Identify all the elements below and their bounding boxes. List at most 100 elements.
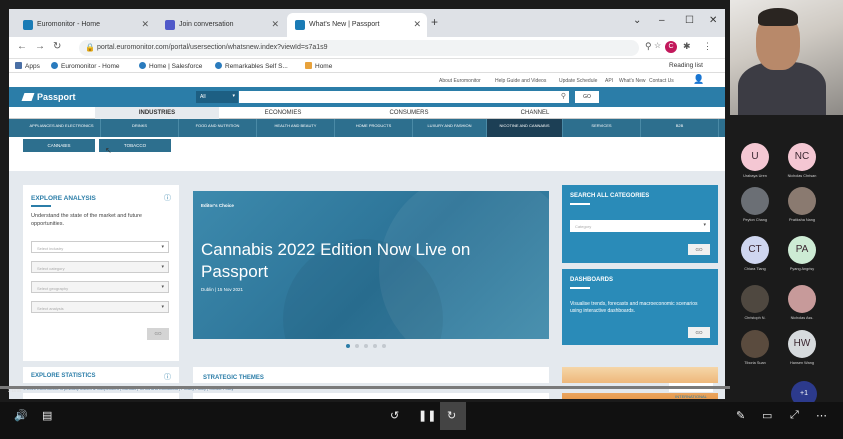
tab-industries[interactable]: INDUSTRIES: [95, 107, 219, 119]
participant-tile[interactable]: Nicholas Ass.: [787, 285, 817, 320]
minimize-button[interactable]: –: [659, 15, 665, 26]
explore-analysis-go-button[interactable]: GO: [147, 328, 169, 340]
participant-tile[interactable]: NC Nicholas Chrisan: [787, 143, 817, 178]
dashboards-go-button[interactable]: GO: [688, 327, 710, 338]
analysis-dropdown[interactable]: Select analysis ▾: [31, 301, 169, 313]
passport-logo[interactable]: Passport: [21, 92, 76, 102]
skip-forward-button[interactable]: ↻: [440, 402, 466, 430]
captions-icon[interactable]: ▤: [42, 409, 52, 422]
pen-icon[interactable]: ✎: [736, 409, 745, 422]
subtab-services[interactable]: SERVICES: [563, 119, 641, 137]
search-icon[interactable]: ⚲: [561, 92, 566, 100]
participant-tile[interactable]: Pratiksha Nang: [787, 187, 817, 222]
tab-economies[interactable]: ECONOMIES: [221, 107, 345, 119]
subtab-appliances[interactable]: APPLIANCES AND ELECTRONICS: [23, 119, 101, 137]
skip-forward-icon: ↻: [447, 410, 457, 422]
category-tabs: INDUSTRIES ECONOMIES CONSUMERS CHANNEL: [9, 107, 725, 119]
reload-icon[interactable]: ↻: [53, 41, 61, 52]
skip-back-icon[interactable]: ↺: [390, 409, 399, 422]
editors-choice-banner[interactable]: Editor's Choice Cannabis 2022 Edition No…: [193, 191, 549, 339]
carousel-dot[interactable]: [373, 344, 377, 348]
subtab-food[interactable]: FOOD AND NUTRITION: [179, 119, 257, 137]
extensions-puzzle-icon[interactable]: ✱: [683, 41, 691, 52]
industry-dropdown[interactable]: Select industry ▾: [31, 241, 169, 253]
tab-channel[interactable]: CHANNEL: [473, 107, 597, 119]
user-account-icon[interactable]: 👤: [693, 74, 704, 85]
profile-avatar[interactable]: C: [665, 41, 677, 53]
bookmark-euromonitor-home[interactable]: Euromonitor - Home: [51, 62, 120, 70]
contact-us-link[interactable]: Contact Us: [649, 78, 674, 84]
tab-consumers[interactable]: CONSUMERS: [347, 107, 471, 119]
new-tab-button[interactable]: +: [431, 15, 438, 29]
url-field[interactable]: 🔒 portal.euromonitor.com/portal/usersect…: [79, 40, 639, 56]
forward-arrow-icon[interactable]: →: [35, 41, 45, 52]
tab-join-conversation[interactable]: Join conversation ✕: [157, 13, 285, 37]
presenter-hair: [758, 8, 798, 26]
carousel-dot[interactable]: [382, 344, 386, 348]
carousel-dot[interactable]: [364, 344, 368, 348]
bookmark-home[interactable]: Home: [305, 62, 332, 70]
tab-search-chevron-icon[interactable]: ⌄: [633, 15, 641, 26]
participant-photo: [741, 330, 769, 358]
more-options-icon[interactable]: ⋯: [816, 409, 827, 422]
subtab-home-products[interactable]: HOME PRODUCTS: [335, 119, 413, 137]
fullscreen-icon[interactable]: ⤢: [790, 409, 799, 422]
search-scope-select[interactable]: All ▾: [196, 91, 238, 103]
maximize-button[interactable]: ☐: [685, 15, 694, 26]
whats-new-link[interactable]: What's New: [619, 78, 646, 84]
about-link[interactable]: About Euromonitor: [439, 78, 481, 84]
volume-icon[interactable]: 🔊: [14, 409, 28, 422]
back-arrow-icon[interactable]: ←: [17, 41, 27, 52]
close-window-button[interactable]: ✕: [709, 15, 717, 26]
participant-tile[interactable]: HW Hansen Wang: [787, 330, 817, 365]
carousel-dot[interactable]: [355, 344, 359, 348]
bookmark-apps[interactable]: Apps: [15, 62, 40, 70]
participant-tile[interactable]: Peyton Chang: [740, 187, 770, 222]
geography-dropdown[interactable]: Select geography ▾: [31, 281, 169, 293]
subtab-drinks[interactable]: DRINKS: [101, 119, 179, 137]
participant-name: Hansen Wang: [790, 361, 814, 365]
search-categories-go-button[interactable]: GO: [688, 244, 710, 255]
teams-favicon-icon: [165, 20, 175, 30]
subtab-luxury[interactable]: LUXURY AND FASHION: [413, 119, 487, 137]
carousel-dot[interactable]: [346, 344, 350, 348]
pause-icon[interactable]: ❚❚: [418, 409, 436, 422]
participant-tile[interactable]: PA Pyang Angrisy: [787, 236, 817, 271]
search-input[interactable]: ⚲: [239, 91, 569, 103]
playback-progress-bar[interactable]: [0, 386, 730, 389]
info-icon[interactable]: ⓘ: [164, 193, 171, 203]
participant-tile[interactable]: CT Chiara Tiang: [740, 236, 770, 271]
title-underline: [570, 287, 590, 289]
subtab-nicotine-cannabis[interactable]: NICOTINE AND CANNABIS: [487, 119, 563, 137]
update-schedule-link[interactable]: Update Schedule: [559, 78, 597, 84]
bookmark-remarkables[interactable]: Remarkables Self S...: [215, 62, 288, 70]
subtab-b2b[interactable]: B2B: [641, 119, 719, 137]
participant-tile[interactable]: U Urabaya Uren: [740, 143, 770, 178]
participant-tile[interactable]: Christoph N.: [740, 285, 770, 320]
layout-icon[interactable]: ▭: [762, 409, 772, 422]
tab-whats-new-passport[interactable]: What's New | Passport ✕: [287, 13, 427, 37]
category-dropdown[interactable]: Select category ▾: [31, 261, 169, 273]
chevron-down-icon: ▾: [703, 222, 706, 228]
search-categories-panel: SEARCH ALL CATEGORIES Category ▾ GO: [562, 185, 718, 263]
reading-list-button[interactable]: Reading list: [669, 62, 703, 69]
api-link[interactable]: API: [605, 78, 613, 84]
participant-tile[interactable]: Tiboria Suan: [740, 330, 770, 365]
industry-subcategories: APPLIANCES AND ELECTRONICS DRINKS FOOD A…: [9, 119, 725, 137]
tab-euromonitor-home[interactable]: Euromonitor - Home ✕: [15, 13, 155, 37]
chrome-menu-icon[interactable]: ⋮: [703, 41, 712, 52]
category-search-select[interactable]: Category ▾: [570, 220, 710, 232]
search-go-button[interactable]: GO: [575, 91, 599, 103]
close-tab-icon[interactable]: ✕: [413, 19, 421, 30]
participant-avatar: U: [741, 143, 769, 171]
close-tab-icon[interactable]: ✕: [271, 19, 279, 30]
subtab-cannabis[interactable]: CANNABIS: [23, 139, 95, 152]
info-icon[interactable]: ⓘ: [164, 372, 171, 382]
close-tab-icon[interactable]: ✕: [141, 19, 149, 30]
bookmark-star-icon[interactable]: ☆: [654, 41, 661, 50]
bookmark-salesforce[interactable]: Home | Salesforce: [139, 62, 202, 70]
subtab-health[interactable]: HEALTH AND BEAUTY: [257, 119, 335, 137]
zoom-icon[interactable]: ⚲: [645, 41, 652, 52]
help-guide-link[interactable]: Help Guide and Videos: [495, 78, 546, 84]
participant-name: Pyang Angrisy: [789, 267, 815, 271]
